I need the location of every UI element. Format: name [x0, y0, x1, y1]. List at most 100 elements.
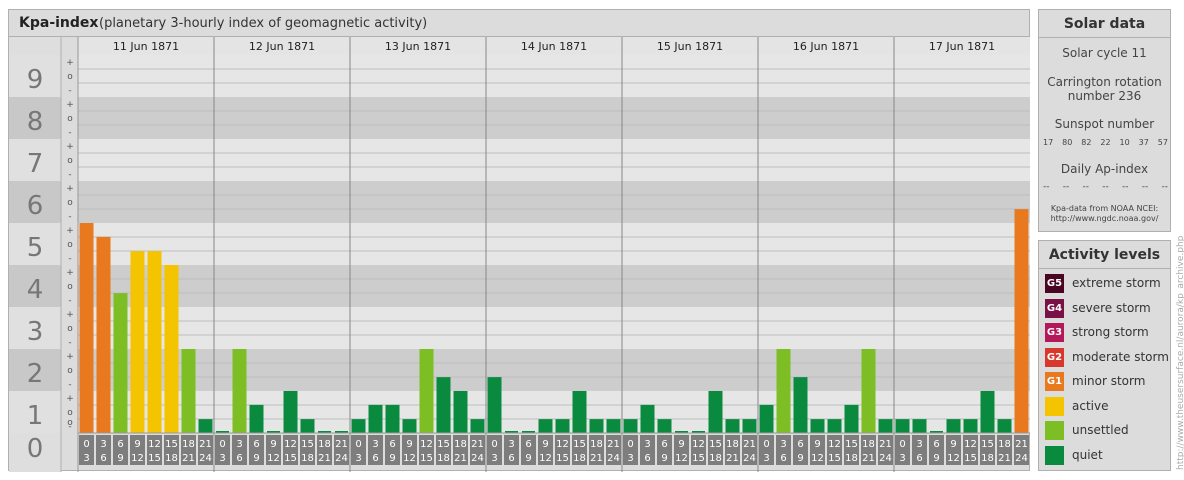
kp-bar — [436, 377, 451, 433]
minor-mark: - — [68, 338, 71, 348]
kp-bar — [963, 419, 978, 433]
sunspot-value: 22 — [1100, 138, 1111, 147]
legend-swatch: G4 — [1045, 298, 1064, 318]
legend-swatch — [1045, 396, 1064, 416]
interval-start: 15 — [165, 439, 178, 450]
ap-value: -- — [1082, 182, 1090, 192]
legend-swatch: G5 — [1045, 274, 1064, 293]
interval-start: 18 — [862, 439, 875, 450]
interval-end: 3 — [899, 453, 905, 464]
ap-index-heading: Daily Ap-index — [1060, 162, 1149, 176]
legend-label: quiet — [1072, 447, 1103, 462]
kp-bar — [368, 404, 383, 433]
kp-bar — [555, 419, 570, 433]
legend-item-active: active — [1045, 396, 1169, 417]
interval-end: 6 — [100, 453, 106, 464]
ap-value: -- — [1141, 182, 1149, 192]
interval-end: 6 — [508, 453, 514, 464]
interval-start: 0 — [763, 439, 769, 450]
interval-start: 0 — [83, 439, 89, 450]
interval-start: 18 — [318, 439, 331, 450]
kp-bar — [776, 349, 791, 433]
kp-bar — [640, 404, 655, 433]
ap-value: -- — [1122, 182, 1129, 192]
kp-bar — [572, 391, 587, 433]
level-band — [78, 97, 1030, 139]
interval-start: 3 — [100, 439, 106, 450]
interval-end: 18 — [709, 453, 722, 464]
minor-mark: o — [67, 240, 73, 250]
legend-item-unsettled: unsettled — [1045, 421, 1169, 441]
kp-bar — [385, 404, 400, 433]
interval-end: 3 — [219, 453, 225, 464]
interval-end: 21 — [318, 453, 331, 464]
interval-end: 9 — [253, 453, 259, 464]
legend-item-severe-storm: G4 severe storm — [1045, 298, 1169, 319]
interval-start: 0 — [899, 439, 905, 450]
legend-label: unsettled — [1072, 423, 1129, 437]
legend-label: moderate storm — [1072, 349, 1169, 364]
interval-end: 18 — [165, 453, 178, 464]
interval-start: 15 — [981, 439, 994, 450]
interval-end: 6 — [644, 453, 650, 464]
interval-end: 24 — [743, 453, 756, 464]
minor-mark: o — [67, 324, 73, 334]
interval-end: 15 — [148, 453, 161, 464]
day-label: 17 Jun 1871 — [929, 40, 995, 53]
interval-end: 3 — [355, 453, 361, 464]
interval-start: 15 — [709, 439, 722, 450]
interval-end: 18 — [845, 453, 858, 464]
interval-end: 3 — [83, 453, 89, 464]
interval-start: 0 — [627, 439, 633, 450]
interval-start: 12 — [284, 439, 297, 450]
interval-start: 0 — [355, 439, 361, 450]
kp-bar — [844, 404, 859, 433]
ap-value: -- — [1043, 182, 1050, 192]
legend-label: severe storm — [1072, 300, 1151, 315]
kp-bar — [113, 293, 128, 433]
carrington-line-1: Carrington rotation — [1047, 75, 1162, 89]
minor-mark: - — [68, 212, 71, 222]
kp-bar — [198, 419, 213, 433]
day-label: 15 Jun 1871 — [657, 40, 723, 53]
level-band — [78, 181, 1030, 223]
legend-item-strong-storm: G3 strong storm — [1045, 323, 1169, 343]
kp-bar — [793, 377, 808, 433]
interval-end: 15 — [964, 453, 977, 464]
legend-label: minor storm — [1072, 374, 1146, 388]
interval-end: 12 — [267, 453, 280, 464]
interval-start: 3 — [236, 439, 242, 450]
legend-item-minor-storm: G1 minor storm — [1045, 372, 1169, 392]
interval-end: 12 — [539, 453, 552, 464]
kp-bar — [181, 349, 196, 433]
interval-end: 21 — [726, 453, 739, 464]
minor-mark: - — [68, 128, 71, 138]
interval-start: 6 — [933, 439, 939, 450]
interval-end: 6 — [780, 453, 786, 464]
kp-bar — [997, 419, 1012, 433]
legend-item-quiet: quiet — [1045, 445, 1169, 466]
kp-bar — [402, 419, 417, 433]
kp-bar — [232, 349, 247, 433]
interval-end: 6 — [236, 453, 242, 464]
kp-bar — [453, 391, 468, 433]
minor-mark: - — [68, 254, 71, 264]
interval-end: 18 — [981, 453, 994, 464]
kp-bar — [147, 251, 162, 433]
minor-mark: + — [66, 310, 74, 320]
activity-levels-panel: Activity levels G5 extreme storm G4 severe … — [1038, 240, 1171, 471]
interval-end: 12 — [811, 453, 824, 464]
interval-start: 12 — [148, 439, 161, 450]
legend-swatch: G3 — [1045, 323, 1064, 342]
y-tick-label: 2 — [27, 359, 44, 389]
kp-bar — [708, 391, 723, 433]
interval-start: 12 — [964, 439, 977, 450]
minor-mark: - — [68, 86, 71, 96]
kp-bar — [895, 419, 910, 433]
ap-value: -- — [1102, 182, 1109, 192]
interval-start: 21 — [743, 439, 756, 450]
y-tick-label: 8 — [27, 107, 44, 137]
y-tick-label: 6 — [27, 191, 44, 221]
minor-mark: + — [66, 352, 74, 362]
interval-start: 3 — [508, 439, 514, 450]
